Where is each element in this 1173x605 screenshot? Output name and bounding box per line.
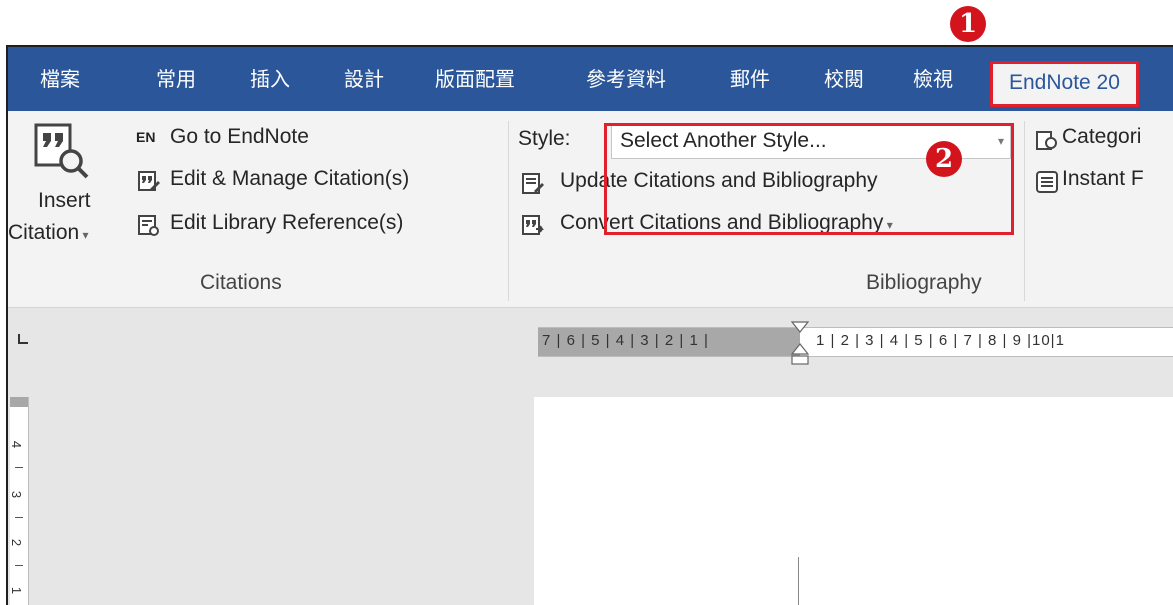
tab-review[interactable]: 校閱: [824, 57, 864, 101]
vertical-ruler[interactable]: 4 3 2 1: [9, 397, 29, 605]
instant-formatting-icon: [1036, 171, 1058, 193]
vruler-number: 4: [9, 440, 25, 449]
horizontal-ruler[interactable]: 7 | 6 | 5 | 4 | 3 | 2 | 1 | 1 | 2 | 3 | …: [538, 321, 1173, 365]
tab-endnote[interactable]: EndNote 20: [990, 61, 1139, 107]
categories-button[interactable]: Categori: [1036, 125, 1173, 155]
tab-file[interactable]: 檔案: [40, 57, 80, 101]
left-tab-icon: [18, 334, 28, 344]
callout-two: 2: [926, 141, 962, 177]
instant-formatting-button[interactable]: Instant F: [1036, 167, 1173, 197]
vruler-number: 2: [9, 538, 25, 547]
tab-mailings[interactable]: 郵件: [730, 57, 770, 101]
citations-group-label: Citations: [200, 271, 282, 294]
tab-selector[interactable]: [16, 332, 30, 346]
library-settings-icon: [138, 215, 159, 236]
insert-citation-label-line1: Insert: [38, 189, 91, 212]
insert-citation-button[interactable]: Insert Citation ▾: [8, 117, 126, 267]
vruler-tick: [15, 467, 23, 468]
callout-one: 1: [950, 6, 986, 42]
vertical-ruler-margin: [10, 397, 28, 407]
edit-library-reference-label: Edit Library Reference(s): [170, 211, 404, 234]
vruler-number: 3: [9, 490, 25, 499]
edit-citation-icon: [138, 171, 160, 191]
edit-library-reference-button[interactable]: Edit Library Reference(s): [136, 211, 496, 241]
tab-references[interactable]: 參考資料: [586, 57, 666, 101]
style-highlight-box: [604, 123, 1014, 235]
vruler-tick: [15, 565, 23, 566]
group-separator: [1024, 121, 1025, 301]
edit-manage-citations-button[interactable]: Edit & Manage Citation(s): [136, 167, 496, 197]
ribbon: Insert Citation ▾ EN Go to EndNote Edit …: [8, 111, 1173, 308]
vruler-tick: [15, 517, 23, 518]
group-separator: [508, 121, 509, 301]
word-window: 檔案 常用 插入 設計 版面配置 參考資料 郵件 校閱 檢視 EndNote 2…: [6, 45, 1173, 605]
instant-formatting-label: Instant F: [1062, 167, 1144, 190]
document-page[interactable]: [534, 397, 1173, 605]
indent-marker-icon[interactable]: [790, 320, 810, 368]
tab-design[interactable]: 設計: [344, 57, 384, 101]
style-label: Style:: [518, 127, 571, 150]
update-document-icon: [522, 173, 544, 194]
go-to-endnote-button[interactable]: EN Go to EndNote: [136, 125, 376, 155]
tab-view[interactable]: 檢視: [913, 57, 953, 101]
insert-citation-label-line2: Citation ▾: [8, 221, 89, 244]
insert-citation-icon: [34, 123, 89, 179]
convert-citations-icon: [522, 215, 544, 235]
categories-icon: [1036, 131, 1057, 150]
chevron-down-icon: ▾: [79, 228, 89, 242]
ruler-right-numbers: 1 | 2 | 3 | 4 | 5 | 6 | 7 | 8 | 9 |10|1: [816, 332, 1065, 349]
categories-label: Categori: [1062, 125, 1142, 148]
go-to-endnote-label: Go to EndNote: [170, 125, 309, 148]
vruler-number: 1: [9, 586, 25, 595]
edit-manage-citations-label: Edit & Manage Citation(s): [170, 167, 410, 190]
tab-layout[interactable]: 版面配置: [435, 57, 515, 101]
en-icon: EN: [136, 129, 156, 145]
bibliography-group-label: Bibliography: [866, 271, 982, 294]
margin-corner-marker: [798, 557, 799, 605]
ruler-left-numbers: 7 | 6 | 5 | 4 | 3 | 2 | 1 |: [542, 332, 709, 349]
ribbon-tab-bar: 檔案 常用 插入 設計 版面配置 參考資料 郵件 校閱 檢視 EndNote 2…: [8, 47, 1173, 111]
tab-insert[interactable]: 插入: [250, 57, 290, 101]
tab-home[interactable]: 常用: [156, 57, 196, 101]
